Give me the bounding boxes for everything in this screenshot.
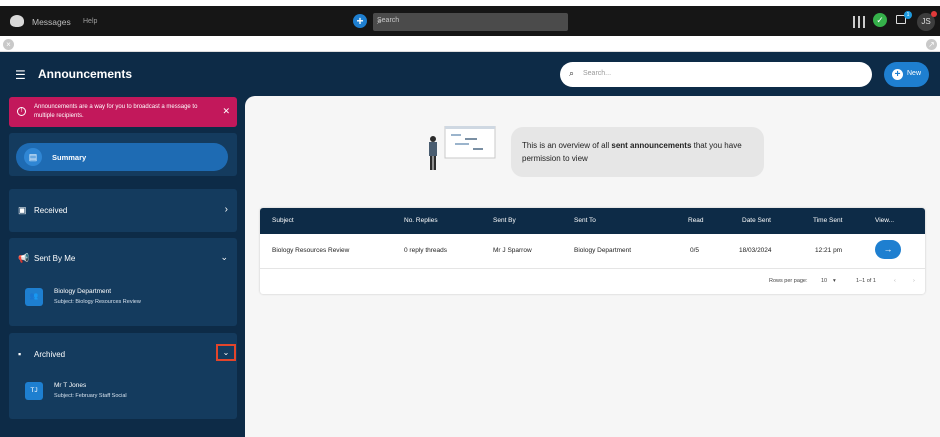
col-date-sent[interactable]: Date Sent bbox=[742, 217, 771, 224]
inbox-icon: ▣ bbox=[18, 205, 27, 215]
chevron-down-icon[interactable]: ▾ bbox=[833, 278, 836, 284]
announcement-search-input[interactable]: ⌕ Search... bbox=[560, 62, 872, 87]
help-link[interactable]: Help bbox=[83, 18, 97, 25]
alert-text: Announcements are a way for you to broad… bbox=[34, 104, 198, 119]
group-icon: 👥 bbox=[25, 288, 43, 306]
external-link-icon[interactable]: ↗ bbox=[926, 39, 937, 50]
close-icon[interactable]: × bbox=[3, 39, 14, 50]
archived-item-subject: Subject: February Staff Social bbox=[54, 393, 127, 399]
menu-icon[interactable]: ☰ bbox=[15, 69, 26, 81]
rows-per-page-label: Rows per page: bbox=[769, 278, 808, 284]
search-icon: ⌕ bbox=[569, 68, 575, 78]
add-icon[interactable]: + bbox=[353, 14, 367, 28]
page-title: Announcements bbox=[38, 67, 133, 81]
cell-sent-to: Biology Department bbox=[574, 247, 632, 254]
search-icon[interactable]: ⌕ bbox=[377, 16, 562, 27]
page-header: ☰ Announcements ⌕ Search... + New bbox=[0, 53, 940, 96]
top-bar: Messages Help + Search ⌕ ✓ 1 JS bbox=[0, 0, 940, 40]
summary-label: Summary bbox=[52, 153, 87, 162]
sidebar-section-sent-by-me: 📢 Sent By Me ⌄ 👥 Biology Department Subj… bbox=[9, 238, 237, 326]
sent-item-title[interactable]: Biology Department bbox=[54, 288, 111, 295]
next-page-icon[interactable]: › bbox=[913, 278, 915, 284]
app-name[interactable]: Messages bbox=[32, 17, 71, 27]
cell-sent-by: Mr J Sparrow bbox=[493, 247, 532, 254]
plus-circle-icon: + bbox=[892, 69, 903, 80]
sidebar: ! Announcements are a way for you to bro… bbox=[0, 96, 245, 437]
avatar-notification-dot bbox=[931, 11, 937, 17]
sent-by-me-label[interactable]: Sent By Me bbox=[34, 254, 75, 263]
archived-label[interactable]: Archived bbox=[34, 350, 65, 359]
overview-illustration bbox=[429, 126, 496, 170]
status-check-icon[interactable]: ✓ bbox=[873, 13, 887, 27]
chevron-down-icon[interactable]: ⌄ bbox=[216, 344, 236, 361]
cell-time: 12:21 pm bbox=[815, 247, 843, 254]
megaphone-icon: 📢 bbox=[18, 253, 30, 263]
col-sent-by[interactable]: Sent By bbox=[493, 217, 516, 224]
browser-strip: × ↗ bbox=[0, 36, 940, 52]
sidebar-item-summary[interactable]: ▤ Summary bbox=[16, 143, 228, 171]
app-logo-icon[interactable] bbox=[10, 15, 24, 27]
cell-read: 0/5 bbox=[690, 247, 700, 254]
new-announcement-button[interactable]: + New bbox=[884, 62, 929, 87]
col-view: View... bbox=[875, 217, 895, 224]
info-icon: ! bbox=[17, 107, 26, 116]
cell-date: 18/03/2024 bbox=[739, 247, 772, 254]
rows-per-page-select[interactable]: 10 bbox=[821, 278, 827, 284]
col-sent-to[interactable]: Sent To bbox=[574, 217, 596, 224]
archived-item-title[interactable]: Mr T Jones bbox=[54, 382, 86, 389]
chevron-right-icon[interactable]: › bbox=[225, 204, 228, 215]
info-alert: ! Announcements are a way for you to bro… bbox=[9, 97, 237, 127]
announcements-table: Subject No. Replies Sent By Sent To Read… bbox=[260, 208, 925, 294]
pagination-range: 1–1 of 1 bbox=[856, 278, 876, 284]
overview-bubble: This is an overview of all sent announce… bbox=[511, 127, 764, 177]
sent-item-subject: Subject: Biology Resources Review bbox=[54, 299, 141, 305]
summary-card: ▤ Summary bbox=[9, 133, 237, 176]
new-button-label: New bbox=[907, 70, 922, 77]
col-time-sent[interactable]: Time Sent bbox=[813, 217, 842, 224]
close-icon[interactable]: ✕ bbox=[222, 106, 230, 117]
cell-replies: 0 reply threads bbox=[404, 247, 447, 254]
avatar: TJ bbox=[25, 382, 43, 400]
global-search-input[interactable]: Search ⌕ bbox=[373, 13, 568, 31]
received-label: Received bbox=[34, 206, 68, 215]
divider bbox=[260, 268, 925, 269]
col-subject[interactable]: Subject bbox=[272, 217, 294, 224]
col-replies[interactable]: No. Replies bbox=[404, 217, 438, 224]
archive-icon: ▪ bbox=[18, 349, 22, 359]
search-placeholder: Search... bbox=[583, 70, 612, 77]
messages-badge: 1 bbox=[904, 11, 912, 19]
apps-grid-icon[interactable] bbox=[853, 16, 865, 28]
table-header: Subject No. Replies Sent By Sent To Read… bbox=[260, 208, 925, 234]
col-read[interactable]: Read bbox=[688, 217, 704, 224]
summary-icon: ▤ bbox=[24, 148, 42, 166]
chevron-down-icon[interactable]: ⌄ bbox=[220, 252, 228, 263]
cell-subject: Biology Resources Review bbox=[272, 247, 350, 254]
overview-text: This is an overview of all sent announce… bbox=[522, 141, 742, 163]
sidebar-section-archived: ▪ Archived ⌄ TJ Mr T Jones Subject: Febr… bbox=[9, 333, 237, 419]
view-arrow-icon[interactable]: → bbox=[875, 240, 901, 259]
sidebar-item-received[interactable]: ▣ Received › bbox=[9, 189, 237, 232]
main-content: This is an overview of all sent announce… bbox=[245, 96, 940, 437]
prev-page-icon[interactable]: ‹ bbox=[894, 278, 896, 284]
